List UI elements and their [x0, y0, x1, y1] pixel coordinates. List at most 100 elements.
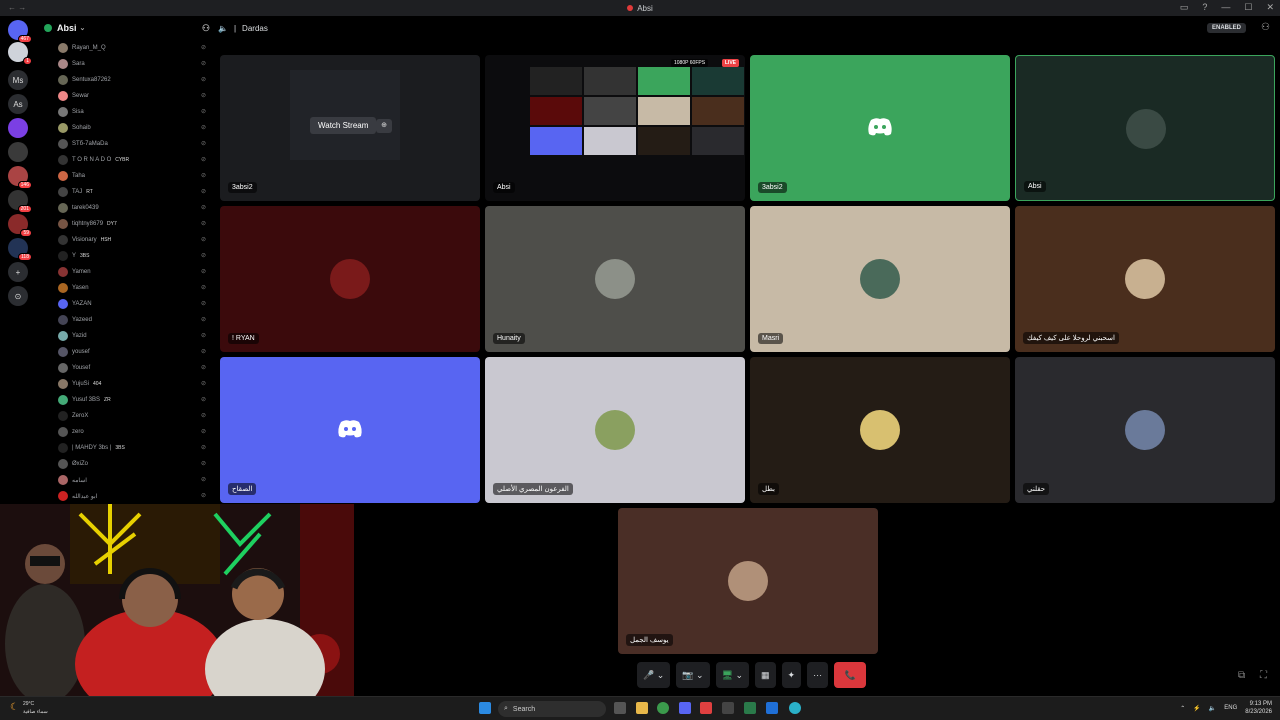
member-list-item[interactable]: Sisa ⊘ — [38, 104, 216, 120]
video-tile[interactable]: الفرعون المصري الأصلي — [485, 357, 745, 503]
member-list-item[interactable]: ZeroX ⊘ — [38, 408, 216, 424]
video-tile[interactable]: يوسف الجمل — [618, 508, 878, 654]
video-tile[interactable]: حقلني — [1015, 357, 1275, 503]
server-icon[interactable] — [8, 118, 28, 138]
member-list-item[interactable]: Sara ⊘ — [38, 56, 216, 72]
video-tile[interactable]: Masri — [750, 206, 1010, 352]
popout-icon[interactable]: ⧉ — [1238, 670, 1245, 681]
task-view-icon[interactable] — [614, 702, 626, 714]
member-list-item[interactable]: T O R N A D O CYBR ⊘ — [38, 152, 216, 168]
member-list-item[interactable]: ابو عبدالله ⊘ — [38, 488, 216, 504]
video-tile[interactable]: الصقاح — [220, 357, 480, 503]
fullscreen-icon[interactable]: ⛶ — [1260, 670, 1267, 681]
close-button[interactable]: ✕ — [1266, 2, 1274, 13]
server-icon[interactable]: 467 — [8, 20, 32, 43]
mute-button[interactable]: 🎤 ⌄ — [637, 662, 671, 688]
member-list-item[interactable]: yousef ⊘ — [38, 344, 216, 360]
member-list-item[interactable]: Rayan_M_Q ⊘ — [38, 40, 216, 56]
activities-button[interactable]: ▦ — [755, 662, 776, 688]
discord-taskbar-icon[interactable] — [679, 702, 691, 714]
disconnect-button[interactable]: 📞 — [834, 662, 867, 688]
server-icon[interactable]: 118 — [8, 238, 32, 261]
member-list-item[interactable]: Y 3BS ⊘ — [38, 248, 216, 264]
server-header[interactable]: Absi ⌄ ⚇ — [38, 16, 216, 40]
maximize-button[interactable]: ☐ — [1244, 2, 1252, 13]
video-tile[interactable]: اسحبني لروحلا على كيف كيفك — [1015, 206, 1275, 352]
enabled-badge[interactable]: ENABLED — [1206, 23, 1246, 33]
help-icon[interactable]: ? — [1202, 2, 1207, 13]
video-tile[interactable]: بطل — [750, 357, 1010, 503]
server-label: + — [15, 267, 21, 277]
member-list-item[interactable]: Yazid ⊘ — [38, 328, 216, 344]
server-icon[interactable]: + — [8, 262, 28, 282]
server-icon[interactable] — [8, 142, 28, 162]
member-list-item[interactable]: YujuSi 404 ⊘ — [38, 376, 216, 392]
video-tile[interactable]: 1080P 60FPS LIVE Absi — [485, 55, 745, 201]
video-tile[interactable]: 3absi2 — [750, 55, 1010, 201]
server-icon[interactable]: 146 — [8, 166, 32, 189]
member-list-item[interactable]: STб-7aMaDa ⊘ — [38, 136, 216, 152]
member-list-item[interactable]: Yazeed ⊘ — [38, 312, 216, 328]
weather-widget[interactable]: ☾ 29°C سماء صافية — [10, 700, 48, 716]
camera-button[interactable]: 📷 ⌄ — [676, 662, 710, 688]
photos-icon[interactable] — [766, 702, 778, 714]
add-member-icon[interactable]: ⚇ — [202, 23, 210, 34]
member-name: | MAHDY 3bs | — [72, 445, 112, 451]
server-icon[interactable]: 201 — [8, 190, 32, 213]
start-icon[interactable] — [479, 702, 491, 714]
taskbar-search[interactable]: ⌕ Search — [498, 701, 606, 717]
nav-arrows[interactable]: ← → — [8, 3, 26, 12]
server-icon[interactable]: 59 — [8, 214, 32, 237]
member-list-item[interactable]: Yousef ⊘ — [38, 360, 216, 376]
language-indicator[interactable]: ENG — [1224, 705, 1237, 711]
chrome-icon[interactable] — [657, 702, 669, 714]
minimize-button[interactable]: — — [1221, 2, 1230, 13]
server-icon[interactable]: 1 — [8, 42, 32, 65]
soundboard-button[interactable]: ✦ — [781, 662, 802, 688]
edge-icon[interactable] — [789, 702, 801, 714]
member-list-item[interactable]: tarek0439 ⊘ — [38, 200, 216, 216]
network-icon[interactable]: ⚡ — [1193, 705, 1200, 712]
volume-icon[interactable]: 🔈 — [1209, 705, 1216, 712]
member-list-item[interactable]: zero ⊘ — [38, 424, 216, 440]
deafened-icon: ⊘ — [200, 205, 206, 211]
file-explorer-icon[interactable] — [636, 702, 648, 714]
live-badge: LIVE — [721, 59, 739, 67]
stream-options-icon[interactable]: ⊕ — [376, 119, 392, 133]
app-icon[interactable] — [700, 702, 712, 714]
member-list-item[interactable]: YAZAN ⊘ — [38, 296, 216, 312]
member-list-item[interactable]: Visionary HSH ⊘ — [38, 232, 216, 248]
server-icon[interactable]: ⊙ — [8, 286, 28, 306]
stream-mini-tile — [530, 127, 582, 155]
member-list-item[interactable]: Sentuxa87262 ⊘ — [38, 72, 216, 88]
member-list-item[interactable]: ØxiZo ⊘ — [38, 456, 216, 472]
avatar — [728, 561, 768, 601]
app-icon[interactable] — [722, 702, 734, 714]
video-tile[interactable]: Watch Stream ⊕ 3absi2 — [220, 55, 480, 201]
member-list-item[interactable]: | MAHDY 3bs | 3BS ⊘ — [38, 440, 216, 456]
avatar — [58, 411, 68, 421]
inbox-icon[interactable]: ▭ — [1180, 2, 1189, 13]
clock[interactable]: 9:13 PM 8/23/2026 — [1245, 700, 1272, 716]
video-tile[interactable]: Absi — [1015, 55, 1275, 201]
more-options-button[interactable]: ··· — [807, 662, 829, 688]
video-tile[interactable]: ! RYAN — [220, 206, 480, 352]
chevron-up-icon[interactable]: ⌃ — [1180, 705, 1185, 712]
member-list-item[interactable]: اسامه ⊘ — [38, 472, 216, 488]
server-name: Absi — [57, 23, 77, 33]
screen-share-button[interactable]: 🖥 ⌄ — [715, 662, 750, 688]
server-icon[interactable]: Ms — [8, 70, 28, 90]
member-list-item[interactable]: Sewar ⊘ — [38, 88, 216, 104]
member-list-item[interactable]: Yasen ⊘ — [38, 280, 216, 296]
member-list-item[interactable]: Sohaib ⊘ — [38, 120, 216, 136]
watch-stream-button[interactable]: Watch Stream — [310, 117, 377, 134]
member-list-item[interactable]: tiqhtny8679 DY7 ⊘ — [38, 216, 216, 232]
members-icon[interactable]: ⚇ — [1261, 22, 1270, 33]
store-icon[interactable] — [744, 702, 756, 714]
member-list-item[interactable]: Yusuf 3BS ZR ⊘ — [38, 392, 216, 408]
member-list-item[interactable]: Taha ⊘ — [38, 168, 216, 184]
video-tile[interactable]: Hunaity — [485, 206, 745, 352]
member-list-item[interactable]: TAJ RT ⊘ — [38, 184, 216, 200]
server-icon[interactable]: As — [8, 94, 28, 114]
member-list-item[interactable]: Yamen ⊘ — [38, 264, 216, 280]
